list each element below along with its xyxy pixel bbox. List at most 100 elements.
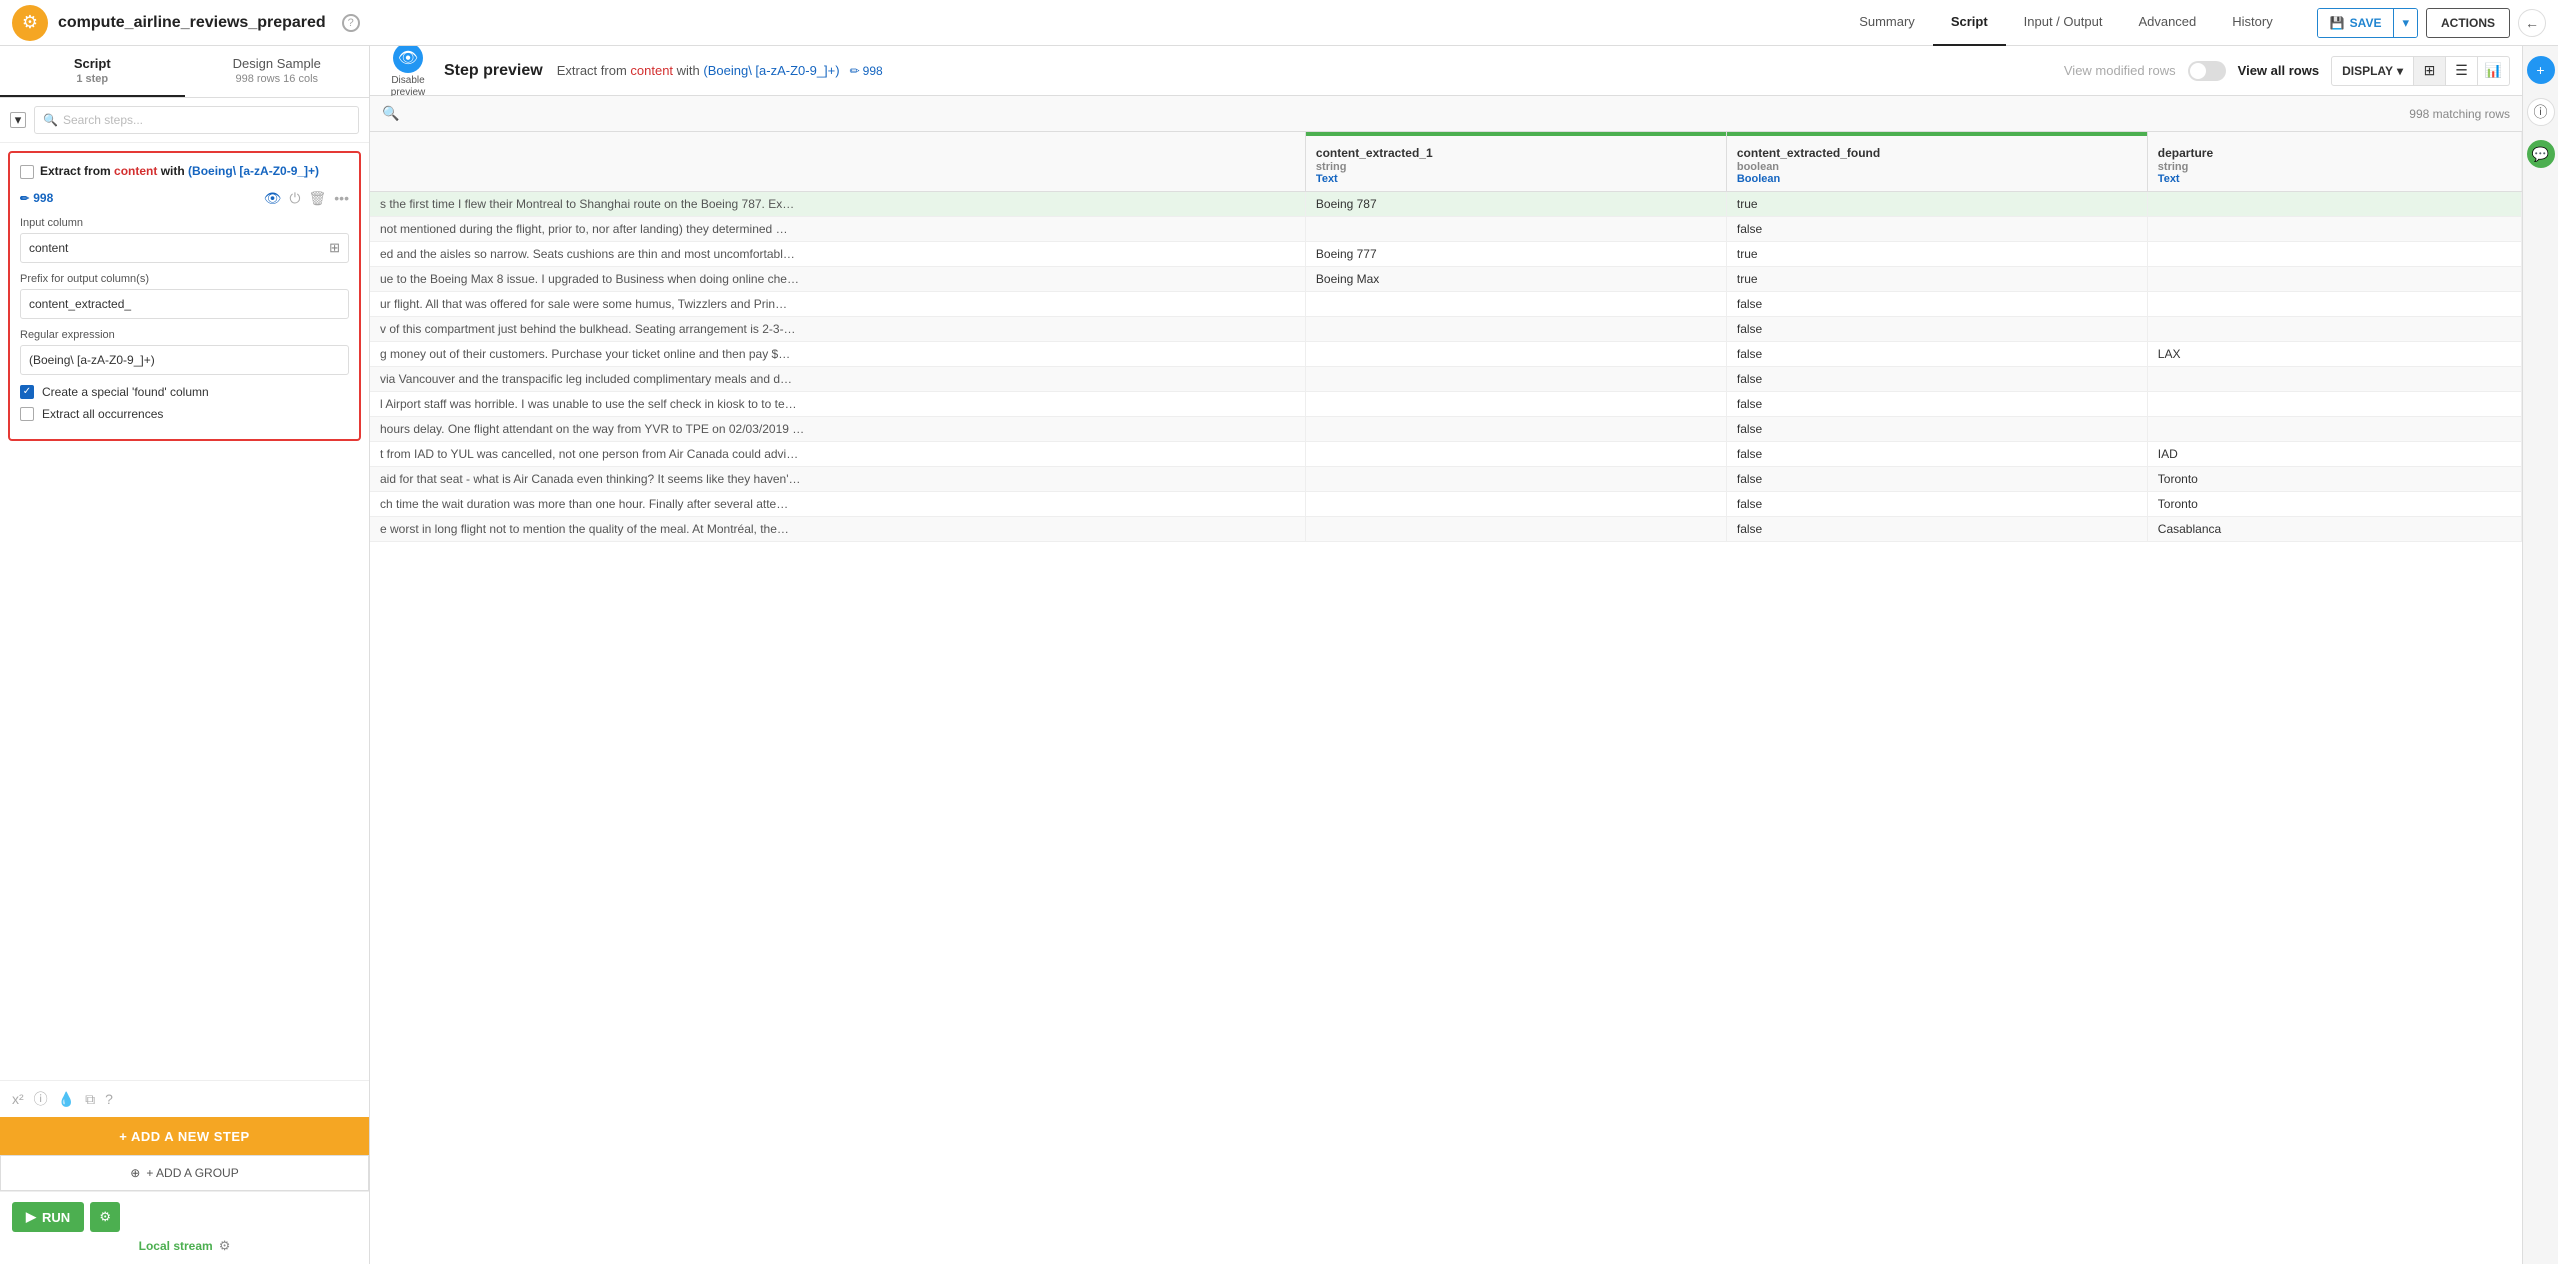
save-dropdown[interactable]: ▾ — [2394, 9, 2417, 37]
table-row-found: true — [1726, 267, 2147, 292]
step-bottom: x² ⓘ 💧 ⧉ ? — [0, 1080, 369, 1117]
select-all-checkbox[interactable]: ▾ — [10, 112, 26, 128]
table-row-found: false — [1726, 492, 2147, 517]
table-row-found: false — [1726, 342, 2147, 367]
pencil-icon: ✏ — [20, 192, 29, 205]
view-controls: View modified rows View all rows DISPLAY… — [2064, 56, 2510, 86]
extract-all-row[interactable]: Extract all occurrences — [20, 407, 349, 421]
nav-input-output[interactable]: Input / Output — [2006, 0, 2121, 46]
regex-input[interactable] — [29, 353, 340, 367]
table-row-extracted — [1305, 492, 1726, 517]
nav-history[interactable]: History — [2214, 0, 2290, 46]
chat-side-icon[interactable]: 💬 — [2527, 140, 2555, 168]
data-table: content_extracted_1 string Text content_… — [370, 132, 2522, 542]
table-row-departure — [2147, 392, 2521, 417]
regex-field[interactable] — [20, 345, 349, 375]
tab-script[interactable]: Script 1 step — [0, 46, 185, 97]
input-column-group: Input column ⊞ — [20, 217, 349, 263]
table-row-content: hours delay. One flight attendant on the… — [370, 417, 1305, 442]
table-row-content: ed and the aisles so narrow. Seats cushi… — [370, 242, 1305, 267]
main-layout: Script 1 step Design Sample 998 rows 16 … — [0, 46, 2558, 1264]
table-row-found: true — [1726, 242, 2147, 267]
run-settings-button[interactable]: ⚙ — [90, 1202, 120, 1232]
view-all-label: View all rows — [2238, 63, 2319, 78]
table-row-departure — [2147, 417, 2521, 442]
regex-label: Regular expression — [20, 329, 349, 341]
col-header-found: content_extracted_found boolean Boolean — [1726, 132, 2147, 192]
step-checkbox[interactable] — [20, 165, 34, 179]
table-row-departure — [2147, 217, 2521, 242]
table-row-content: not mentioned during the flight, prior t… — [370, 217, 1305, 242]
add-group-icon: ⊕ — [130, 1166, 140, 1180]
eye-blue-icon: 👁 — [393, 46, 423, 73]
run-button[interactable]: ▶ RUN — [12, 1202, 84, 1232]
info-icon[interactable]: ⓘ — [34, 1089, 48, 1109]
pencil-small-icon: ✏ — [850, 64, 860, 78]
info-side-icon[interactable]: ⓘ — [2527, 98, 2555, 126]
app-logo: ⚙ — [12, 5, 48, 41]
top-bar: ⚙ compute_airline_reviews_prepared ? Sum… — [0, 0, 2558, 46]
step-preview-header: 👁 Disable preview Step preview Extract f… — [370, 46, 2522, 96]
power-icon[interactable]: ⏻ — [289, 190, 300, 207]
search-steps[interactable]: 🔍 Search steps... — [34, 106, 359, 134]
disable-preview-button[interactable]: 👁 Disable preview — [382, 46, 434, 99]
save-main[interactable]: 💾 SAVE — [2318, 9, 2395, 37]
table-row-departure: Casablanca — [2147, 517, 2521, 542]
table-row-extracted: Boeing 787 — [1305, 192, 1726, 217]
water-icon[interactable]: 💧 — [58, 1091, 75, 1108]
chevron-down-icon: ▾ — [2397, 64, 2403, 78]
copy-icon[interactable]: ⧉ — [85, 1091, 95, 1108]
add-step-button[interactable]: + ADD A NEW STEP — [0, 1117, 369, 1155]
found-column-checkbox[interactable]: ✓ — [20, 385, 34, 399]
prefix-label: Prefix for output column(s) — [20, 273, 349, 285]
step-preview-title: Step preview — [444, 62, 543, 80]
extract-all-checkbox[interactable] — [20, 407, 34, 421]
step-edit-num[interactable]: ✏ 998 — [20, 191, 53, 205]
save-icon: 💾 — [2330, 16, 2345, 30]
input-column-input[interactable] — [29, 241, 329, 255]
display-button[interactable]: DISPLAY ▾ — [2331, 56, 2414, 86]
column-select-icon[interactable]: ⊞ — [329, 240, 340, 256]
more-icon[interactable]: ••• — [334, 190, 349, 206]
table-row-found: false — [1726, 517, 2147, 542]
nav-advanced[interactable]: Advanced — [2120, 0, 2214, 46]
nav-summary[interactable]: Summary — [1841, 0, 1933, 46]
input-column-field[interactable]: ⊞ — [20, 233, 349, 263]
table-row-found: false — [1726, 367, 2147, 392]
nav-script[interactable]: Script — [1933, 0, 2006, 46]
save-button[interactable]: 💾 SAVE ▾ — [2317, 8, 2418, 38]
step-list-header: ▾ 🔍 Search steps... — [0, 98, 369, 143]
step-card: Extract from content with (Boeing\ [a-zA… — [8, 151, 361, 441]
list-view-button[interactable]: ☰ — [2446, 56, 2478, 86]
prefix-field[interactable] — [20, 289, 349, 319]
back-button[interactable]: ← — [2518, 9, 2546, 37]
table-row-found: false — [1726, 292, 2147, 317]
table-row-extracted: Boeing Max — [1305, 267, 1726, 292]
table-row-content: ch time the wait duration was more than … — [370, 492, 1305, 517]
table-row-extracted — [1305, 517, 1726, 542]
grid-view-button[interactable]: ⊞ — [2414, 56, 2446, 86]
prefix-input[interactable] — [29, 297, 340, 311]
help-icon[interactable]: ? — [105, 1091, 113, 1107]
table-row-departure: Toronto — [2147, 492, 2521, 517]
table-row-content: t from IAD to YUL was cancelled, not one… — [370, 442, 1305, 467]
table-row-extracted: Boeing 777 — [1305, 242, 1726, 267]
add-step-side-icon[interactable]: + — [2527, 56, 2555, 84]
actions-button[interactable]: ACTIONS — [2426, 8, 2510, 38]
local-stream-settings-icon[interactable]: ⚙ — [219, 1238, 231, 1254]
table-container: content_extracted_1 string Text content_… — [370, 132, 2522, 1264]
chart-view-button[interactable]: 📊 — [2478, 56, 2510, 86]
step-edit-row: ✏ 998 👁 ⏻ 🗑 ••• — [20, 190, 349, 207]
add-group-button[interactable]: ⊕ + ADD A GROUP — [0, 1155, 369, 1191]
eye-icon[interactable]: 👁 — [264, 190, 282, 207]
tab-design-sample[interactable]: Design Sample 998 rows 16 cols — [185, 46, 370, 97]
view-modified-toggle[interactable] — [2188, 61, 2226, 81]
top-bar-actions: 💾 SAVE ▾ ACTIONS ← — [2317, 8, 2546, 38]
found-column-row[interactable]: ✓ Create a special 'found' column — [20, 385, 349, 399]
step-preview-edit-link[interactable]: ✏ 998 — [850, 64, 883, 78]
view-modified-label: View modified rows — [2064, 63, 2176, 78]
table-row-content: s the first time I flew their Montreal t… — [370, 192, 1305, 217]
table-row-departure — [2147, 317, 2521, 342]
left-tabs: Script 1 step Design Sample 998 rows 16 … — [0, 46, 369, 98]
trash-icon[interactable]: 🗑 — [309, 190, 327, 207]
